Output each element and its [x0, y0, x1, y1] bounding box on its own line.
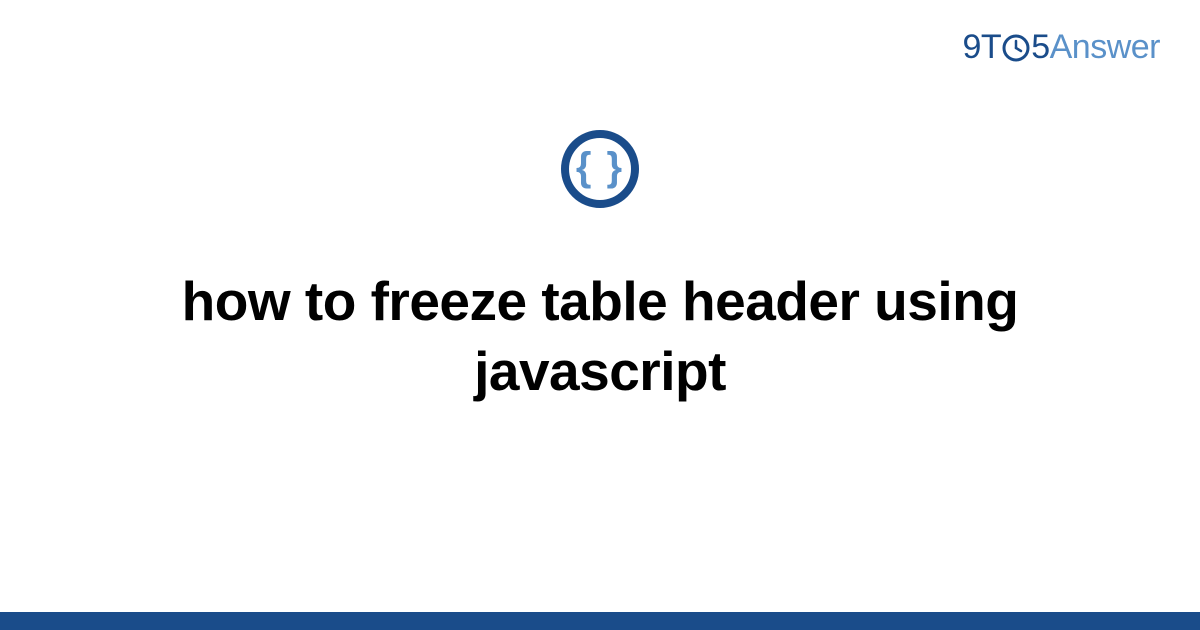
logo-5-text: 5	[1031, 28, 1049, 66]
logo-9t-text: 9T	[963, 28, 1002, 66]
main-content: { } how to freeze table header using jav…	[0, 130, 1200, 407]
site-logo[interactable]: 9T 5Answer	[963, 28, 1160, 67]
code-braces-icon: { }	[561, 130, 639, 208]
page-title: how to freeze table header using javascr…	[75, 266, 1125, 407]
clock-o-icon	[1002, 34, 1030, 62]
logo-answer-text: Answer	[1050, 28, 1160, 66]
braces-glyph: { }	[576, 147, 624, 187]
footer-accent-bar	[0, 612, 1200, 630]
